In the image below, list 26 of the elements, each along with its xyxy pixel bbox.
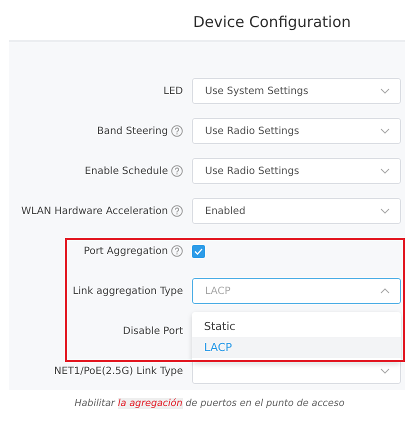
- chevron-icon: [380, 288, 390, 294]
- field-label: Disable Port: [122, 326, 183, 336]
- field-label: Band Steering: [96, 126, 168, 136]
- field-label: Enable Schedule: [84, 166, 168, 176]
- help-icon[interactable]: [171, 165, 183, 177]
- chevron-icon: [380, 88, 390, 94]
- field-label: LED: [163, 86, 183, 96]
- check-icon: [194, 248, 203, 254]
- field-label: Link aggregation Type: [72, 286, 183, 296]
- field-label: Port Aggregation: [84, 246, 168, 256]
- select-field[interactable]: Use Radio Settings: [192, 158, 401, 184]
- help-icon[interactable]: [171, 245, 183, 257]
- chevron-icon: [380, 208, 390, 214]
- chevron-icon: [380, 168, 390, 174]
- select-field[interactable]: Use Radio Settings: [192, 118, 401, 144]
- caption: Habilitar la agregación de puertos en el punto de acceso: [73, 398, 346, 409]
- chevron-icon: [380, 368, 390, 374]
- select-field[interactable]: Enabled: [192, 198, 401, 224]
- chevron-icon: [380, 128, 390, 134]
- dropdown-option[interactable]: Static: [192, 316, 401, 337]
- field-label: NET1/PoE(2.5G) Link Type: [54, 366, 183, 376]
- field-label: WLAN Hardware Acceleration: [21, 206, 168, 216]
- select-field[interactable]: Use System Settings: [192, 78, 401, 104]
- checkbox[interactable]: [192, 244, 205, 258]
- help-icon[interactable]: [171, 125, 183, 137]
- help-icon[interactable]: [171, 205, 183, 217]
